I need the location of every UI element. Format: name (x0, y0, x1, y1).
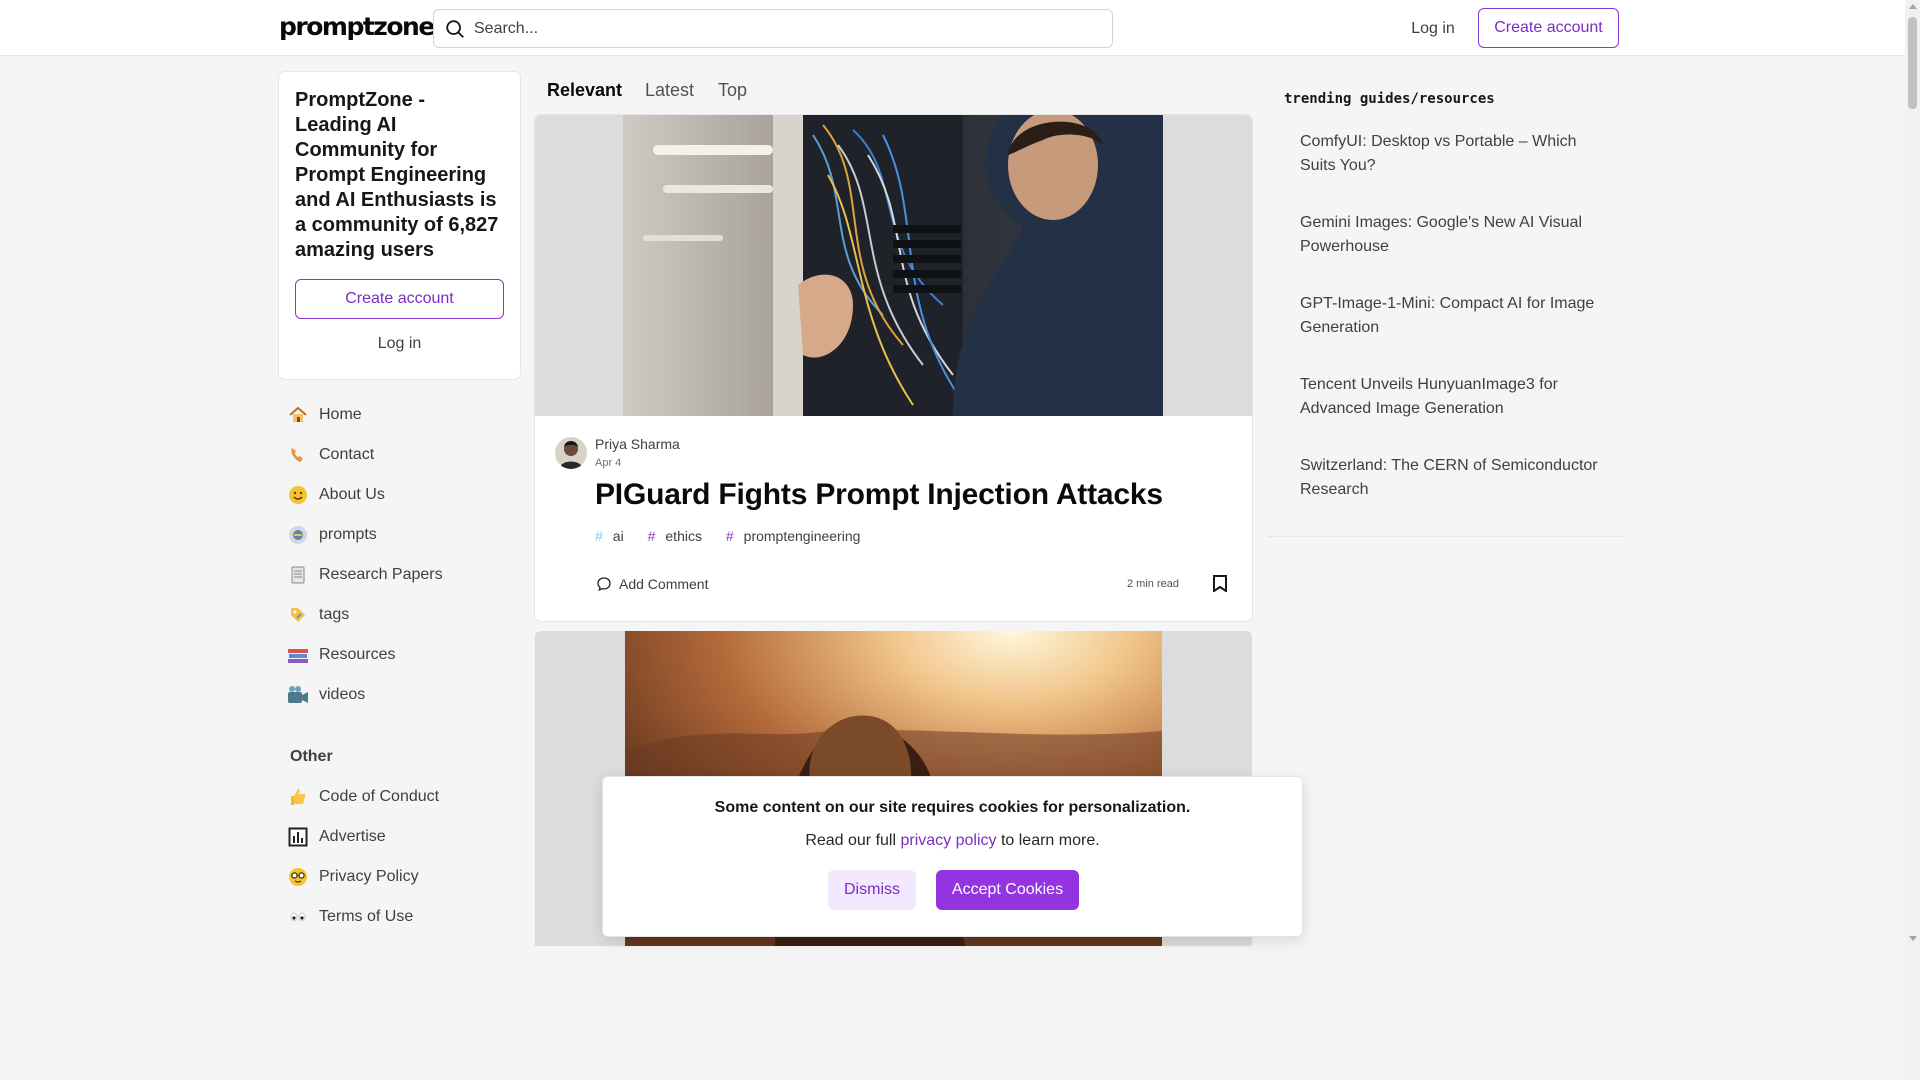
tag-name: ethics (665, 528, 702, 544)
top-header: promptzone. Log in Create account (0, 0, 1905, 56)
nav-item-label: Research Papers (319, 566, 443, 583)
other-nav: Other Code of Conduct Advertise Privacy … (279, 731, 520, 937)
sidebar-create-account-button[interactable]: Create account (295, 279, 504, 319)
nav-item-contact[interactable]: Contact (279, 435, 520, 475)
site-logo[interactable]: promptzone. (279, 12, 443, 41)
post-author[interactable]: Priya Sharma (595, 436, 680, 452)
tab-latest[interactable]: Latest (645, 72, 694, 108)
search-box[interactable] (433, 9, 1113, 48)
eyes-icon (287, 906, 309, 928)
nav-item-prompts[interactable]: prompts (279, 515, 520, 555)
cookie-banner: Some content on our site requires cookie… (602, 776, 1303, 937)
tab-relevant[interactable]: Relevant (547, 72, 622, 108)
cookie-text: Read our full privacy policy to learn mo… (603, 832, 1302, 850)
nav-item-code-of-conduct[interactable]: Code of Conduct (279, 777, 520, 817)
tag-name: ai (612, 528, 624, 544)
post-card[interactable]: Priya Sharma Apr 4 PIGuard Fights Prompt… (535, 115, 1252, 621)
sidebar-login-link[interactable]: Log in (295, 324, 504, 364)
trending-title: trending guides/resources (1284, 91, 1495, 107)
nav-item-label: Code of Conduct (319, 788, 440, 805)
post-tags: # ai # ethics # promptengineering (595, 528, 880, 544)
post-cover-image[interactable] (535, 115, 1252, 416)
bookmark-button[interactable] (1203, 567, 1235, 599)
nav-item-privacy-policy[interactable]: Privacy Policy (279, 857, 520, 897)
dismiss-button[interactable]: Dismiss (828, 870, 916, 910)
nav-item-label: Home (319, 406, 362, 423)
document-icon (287, 564, 309, 586)
cookie-text-after: to learn more. (996, 832, 1100, 849)
nav-item-label: videos (319, 686, 366, 703)
nav-item-home[interactable]: Home (279, 395, 520, 435)
search-icon (446, 20, 464, 38)
add-comment-label: Add Comment (619, 576, 709, 592)
nav-item-label: Advertise (319, 828, 386, 845)
tag-ai[interactable]: # ai (595, 528, 634, 544)
nav-item-label: prompts (319, 526, 377, 543)
tab-top[interactable]: Top (718, 72, 747, 108)
trending-item[interactable]: Switzerland: The CERN of Semiconductor R… (1268, 442, 1626, 523)
nav-item-videos[interactable]: videos (279, 675, 520, 715)
post-title[interactable]: PIGuard Fights Prompt Injection Attacks (595, 478, 1163, 512)
tag-hash: # (647, 528, 656, 544)
cookie-text-before: Read our full (805, 832, 901, 849)
avatar[interactable] (555, 437, 587, 469)
trending-item[interactable]: GPT-Image-1-Mini: Compact AI for Image G… (1268, 280, 1626, 361)
nav-item-about-us[interactable]: About Us (279, 475, 520, 515)
welcome-headline: PromptZone - Leading AI Community for Pr… (295, 89, 499, 261)
tag-ethics[interactable]: # ethics (648, 528, 712, 544)
cookie-title: Some content on our site requires cookie… (714, 799, 1191, 816)
nav-item-label: tags (319, 606, 350, 623)
scroll-up-arrow-icon[interactable] (1909, 4, 1917, 9)
privacy-policy-link[interactable]: privacy policy (900, 832, 996, 849)
main-nav: Home Contact About Us prompts Research P… (279, 395, 520, 715)
nav-item-label: Privacy Policy (319, 868, 419, 885)
camera-icon (287, 684, 309, 706)
tag-hash: # (595, 528, 603, 544)
nav-item-label: Resources (319, 646, 396, 663)
tag-name: promptengineering (743, 528, 861, 544)
bookmark-icon (1213, 575, 1227, 592)
tag-hash: # (725, 528, 734, 544)
welcome-card: PromptZone - Leading AI Community for Pr… (279, 72, 520, 379)
trending-item[interactable]: Tencent Unveils HunyuanImage3 for Advanc… (1268, 361, 1626, 442)
page-scrollbar[interactable] (1905, 0, 1920, 1080)
header-create-account-button[interactable]: Create account (1478, 8, 1619, 48)
read-time: 2 min read (1127, 578, 1179, 590)
trending-divider (1268, 536, 1626, 537)
post-date[interactable]: Apr 4 (595, 457, 621, 469)
nav-item-label: Terms of Use (319, 908, 414, 925)
nerd-face-icon (287, 866, 309, 888)
nav-item-advertise[interactable]: Advertise (279, 817, 520, 857)
nav-item-resources[interactable]: Resources (279, 635, 520, 675)
house-icon (287, 404, 309, 426)
search-input[interactable] (474, 14, 1094, 43)
tag-icon (287, 604, 309, 626)
nav-item-terms-of-use[interactable]: Terms of Use (279, 897, 520, 937)
header-login-link[interactable]: Log in (1397, 9, 1469, 48)
comment-icon (597, 577, 611, 592)
accept-cookies-button[interactable]: Accept Cookies (936, 870, 1079, 910)
scroll-down-arrow-icon[interactable] (1909, 936, 1917, 941)
chart-icon (287, 826, 309, 848)
trending-item[interactable]: Gemini Images: Google's New AI Visual Po… (1268, 199, 1626, 280)
nav-item-research-papers[interactable]: Research Papers (279, 555, 520, 595)
nav-item-label: About Us (319, 486, 385, 503)
tag-promptengineering[interactable]: # promptengineering (726, 528, 871, 544)
books-icon (287, 644, 309, 666)
trending-item[interactable]: ComfyUI: Desktop vs Portable – Which Sui… (1268, 118, 1626, 199)
trending-sidebar: trending guides/resources ComfyUI: Deskt… (1268, 80, 1626, 523)
nav-item-label: Contact (319, 446, 375, 463)
nav-item-tags[interactable]: tags (279, 595, 520, 635)
add-comment-button[interactable]: Add Comment (595, 568, 708, 600)
smiley-icon (287, 484, 309, 506)
other-heading: Other (290, 748, 333, 765)
telephone-icon (287, 444, 309, 466)
scroll-thumb[interactable] (1908, 17, 1917, 109)
prompts-icon (287, 524, 309, 546)
thumbs-up-icon (287, 786, 309, 808)
